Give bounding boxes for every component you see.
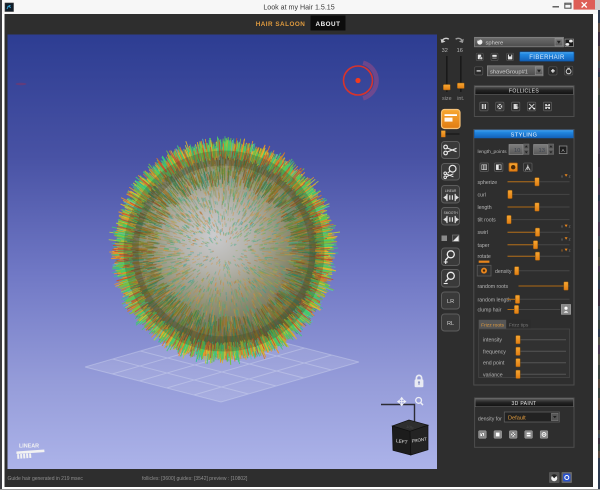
svg-text:variance: variance — [483, 372, 503, 378]
svg-text:SMOOTH: SMOOTH — [444, 211, 459, 215]
svg-text:clump hair: clump hair — [478, 308, 502, 314]
svg-text:density: density — [495, 269, 512, 275]
svg-text:16: 16 — [457, 48, 463, 54]
svg-text:x: x — [561, 224, 563, 229]
svg-text:Frizz roots: Frizz roots — [481, 323, 504, 329]
svg-text:length: length — [478, 205, 492, 211]
svg-text:size: size — [442, 96, 452, 102]
svg-text:3D PAINT: 3D PAINT — [512, 401, 537, 407]
svg-text:swirl: swirl — [478, 230, 488, 236]
svg-text:follicles: [3600] guides: [354: follicles: [3600] guides: [3542] preview… — [142, 476, 248, 482]
svg-text:random length: random length — [478, 297, 511, 303]
svg-text:rotate: rotate — [478, 254, 491, 260]
svg-text:shaveGroup#1: shaveGroup#1 — [490, 69, 528, 75]
svg-text:x: x — [561, 236, 563, 241]
svg-text:random roots: random roots — [478, 284, 509, 290]
svg-text:LINEAR: LINEAR — [445, 189, 457, 193]
svg-text:x: x — [561, 173, 563, 178]
svg-text:curl: curl — [478, 192, 486, 198]
svg-text:length_points: length_points — [478, 149, 508, 155]
svg-text:STYLING: STYLING — [511, 132, 538, 138]
svg-text:z: z — [569, 236, 571, 241]
svg-text:taper: taper — [478, 243, 490, 249]
svg-text:LINEAR: LINEAR — [19, 444, 39, 450]
svg-text:intensity: intensity — [483, 338, 502, 344]
svg-text:10: 10 — [514, 148, 520, 154]
svg-text:Default: Default — [508, 415, 526, 421]
svg-text:int.: int. — [457, 96, 464, 102]
svg-text:z: z — [569, 224, 571, 229]
svg-text:RL: RL — [447, 321, 454, 327]
svg-text:Frizz tips: Frizz tips — [509, 323, 529, 329]
svg-text:frequency: frequency — [483, 349, 506, 355]
svg-text:LR: LR — [447, 299, 454, 305]
svg-text:z: z — [569, 173, 571, 178]
svg-text:Guide hair generated in 219 ms: Guide hair generated in 219 msec — [8, 476, 84, 482]
svg-text:FIBERHAIR: FIBERHAIR — [529, 55, 565, 61]
svg-text:ABOUT: ABOUT — [316, 21, 341, 28]
svg-text:13: 13 — [539, 148, 545, 154]
svg-text:x: x — [561, 248, 563, 253]
svg-text:HAIR SALOON: HAIR SALOON — [256, 21, 306, 28]
svg-text:spherize: spherize — [478, 180, 498, 186]
svg-text:Look at my Hair 1.5.15: Look at my Hair 1.5.15 — [263, 4, 334, 12]
svg-text:z: z — [569, 248, 571, 253]
svg-text:end point: end point — [483, 361, 505, 367]
svg-text:tilt roots: tilt roots — [478, 218, 497, 224]
svg-text:density for: density for — [478, 417, 502, 423]
svg-text:FOLLICLES: FOLLICLES — [509, 89, 539, 95]
svg-text:32: 32 — [442, 48, 448, 54]
svg-text:sphere: sphere — [486, 40, 504, 46]
